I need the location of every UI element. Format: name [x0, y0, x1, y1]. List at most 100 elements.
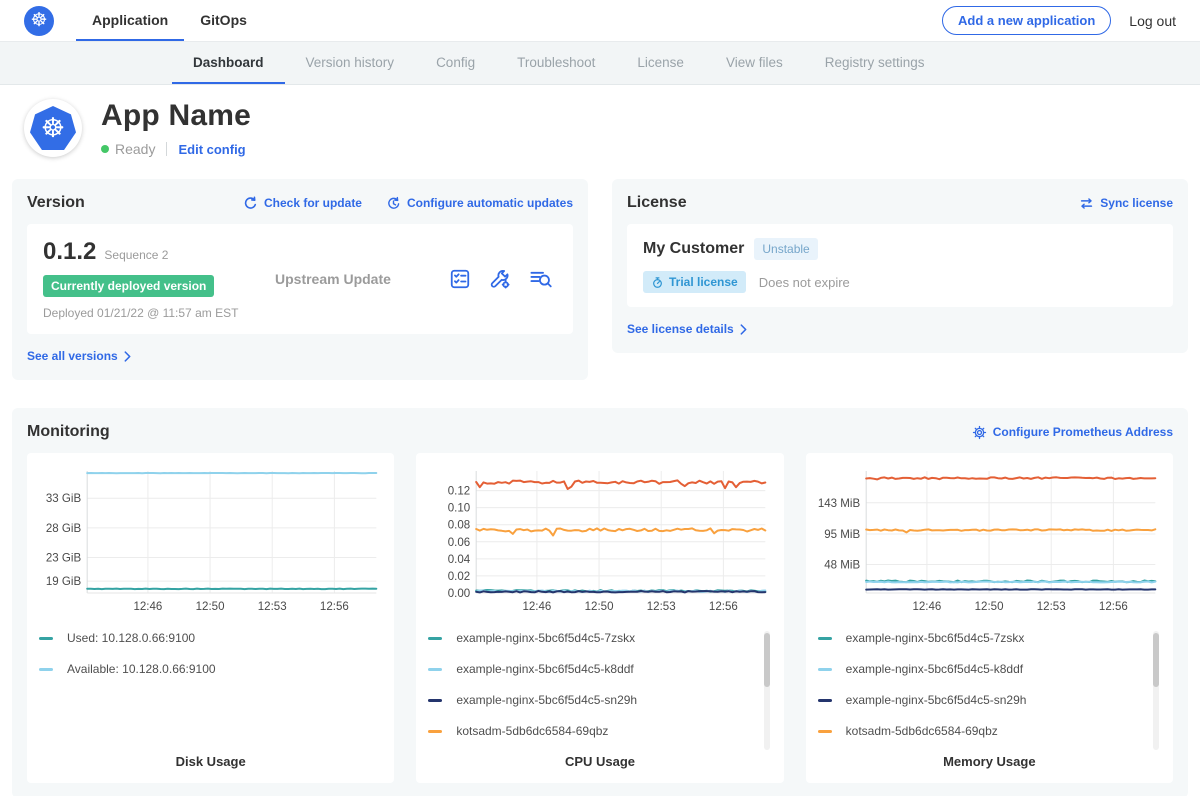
cpu-usage-chart-card: 0.120.100.080.060.040.020.0012:4612:5012…: [416, 453, 783, 783]
legend-series-label: example-nginx-5bc6f5d4c5-sn29h: [846, 693, 1027, 707]
legend-item: example-nginx-5bc6f5d4c5-k8ddf: [428, 662, 755, 676]
legend-item: Used: 10.128.0.66:9100: [39, 631, 366, 645]
legend-scrollbar-thumb[interactable]: [1153, 633, 1159, 687]
tab-version-history[interactable]: Version history: [285, 42, 416, 84]
version-sequence: Sequence 2: [104, 248, 168, 262]
trial-license-badge: Trial license: [643, 271, 746, 293]
legend-series-label: example-nginx-5bc6f5d4c5-k8ddf: [456, 662, 633, 676]
legend-series-swatch: [428, 730, 442, 733]
legend-scrollbar-track[interactable]: [1153, 631, 1159, 750]
configure-automatic-updates-link[interactable]: Configure automatic updates: [386, 196, 573, 211]
svg-text:0.10: 0.10: [448, 503, 470, 515]
legend-series-label: example-nginx-5bc6f5d4c5-k8ddf: [846, 662, 1023, 676]
legend-series-label: example-nginx-5bc6f5d4c5-7zskx: [846, 631, 1025, 645]
memory-usage-title: Memory Usage: [818, 754, 1161, 769]
svg-text:12:53: 12:53: [258, 601, 287, 613]
license-card-title: License: [627, 194, 687, 212]
configure-prometheus-link[interactable]: Configure Prometheus Address: [972, 425, 1173, 440]
add-application-button[interactable]: Add a new application: [942, 6, 1111, 35]
disk-usage-chart-card: 33 GiB28 GiB23 GiB19 GiB12:4612:5012:531…: [27, 453, 394, 783]
svg-text:23 GiB: 23 GiB: [46, 552, 82, 564]
svg-text:0.06: 0.06: [448, 537, 470, 549]
legend-scrollbar-track[interactable]: [764, 631, 770, 750]
legend-item: example-nginx-5bc6f5d4c5-k8ddf: [818, 662, 1145, 676]
svg-text:12:46: 12:46: [912, 601, 941, 613]
legend-series-label: example-nginx-5bc6f5d4c5-7zskx: [456, 631, 635, 645]
tab-config[interactable]: Config: [415, 42, 496, 84]
monitoring-card: Monitoring Configure Prometheus Address …: [12, 408, 1188, 796]
brand-logo[interactable]: ☸: [24, 0, 54, 41]
license-expiry-text: Does not expire: [759, 275, 850, 290]
memory-usage-chart-card: 143 MiB95 MiB48 MiB12:4612:5012:5312:56 …: [806, 453, 1173, 783]
svg-text:12:53: 12:53: [1036, 601, 1065, 613]
legend-series-swatch: [428, 699, 442, 702]
legend-series-swatch: [39, 668, 53, 671]
view-logs-icon[interactable]: [529, 268, 553, 290]
config-wrench-icon[interactable]: [489, 268, 511, 290]
monitoring-title: Monitoring: [27, 423, 110, 441]
cpu-usage-chart: 0.120.100.080.060.040.020.0012:4612:5012…: [428, 465, 771, 617]
see-license-details-link[interactable]: See license details: [627, 322, 747, 336]
legend-series-label: Used: 10.128.0.66:9100: [67, 631, 195, 645]
stopwatch-icon: [651, 276, 664, 289]
channel-badge: Unstable: [754, 238, 817, 260]
svg-text:12:46: 12:46: [133, 601, 162, 613]
sync-license-link[interactable]: Sync license: [1079, 196, 1173, 211]
tab-view-files[interactable]: View files: [705, 42, 804, 84]
svg-text:12:56: 12:56: [1099, 601, 1128, 613]
memory-usage-chart: 143 MiB95 MiB48 MiB12:4612:5012:5312:56: [818, 465, 1161, 617]
svg-text:12:50: 12:50: [196, 601, 225, 613]
sync-icon: [1079, 196, 1094, 211]
divider: [166, 142, 167, 156]
top-tabs: Application GitOps: [76, 0, 263, 41]
edit-config-link[interactable]: Edit config: [178, 142, 245, 157]
svg-text:12:50: 12:50: [974, 601, 1003, 613]
legend-series-swatch: [818, 668, 832, 671]
legend-series-label: kotsadm-5db6dc6584-69qbz: [456, 724, 608, 738]
logout-button[interactable]: Log out: [1129, 13, 1176, 29]
version-card: Version Check for update Configure autom…: [12, 179, 588, 380]
top-tab-gitops[interactable]: GitOps: [184, 0, 263, 41]
current-version-panel: 0.1.2 Sequence 2 Currently deployed vers…: [27, 224, 573, 334]
svg-text:143 MiB: 143 MiB: [818, 498, 860, 510]
legend-item: Available: 10.128.0.66:9100: [39, 662, 366, 676]
svg-text:12:50: 12:50: [585, 601, 614, 613]
tab-registry-settings[interactable]: Registry settings: [804, 42, 946, 84]
customer-name: My Customer: [643, 240, 744, 258]
check-for-update-link[interactable]: Check for update: [243, 196, 362, 211]
update-type-label: Upstream Update: [275, 271, 449, 287]
svg-text:0.04: 0.04: [448, 554, 471, 566]
svg-text:0.02: 0.02: [448, 571, 470, 583]
preflight-checks-icon[interactable]: [449, 268, 471, 290]
see-all-versions-link[interactable]: See all versions: [27, 349, 131, 363]
license-panel: My Customer Unstable Trial license Does …: [627, 224, 1173, 307]
legend-scrollbar-thumb[interactable]: [764, 633, 770, 687]
legend-series-swatch: [39, 637, 53, 640]
tab-license[interactable]: License: [616, 42, 705, 84]
cpu-usage-legend: example-nginx-5bc6f5d4c5-7zskx example-ng…: [428, 631, 771, 754]
app-header: ☸ App Name Ready Edit config: [0, 85, 1200, 173]
app-logo: ☸: [24, 99, 82, 157]
tab-troubleshoot[interactable]: Troubleshoot: [496, 42, 616, 84]
svg-text:0.12: 0.12: [448, 486, 470, 498]
legend-series-swatch: [818, 730, 832, 733]
top-nav-right: Add a new application Log out: [942, 0, 1176, 41]
disk-usage-title: Disk Usage: [39, 754, 382, 769]
version-number: 0.1.2: [43, 238, 96, 266]
top-nav: ☸ Application GitOps Add a new applicati…: [0, 0, 1200, 42]
cpu-usage-title: CPU Usage: [428, 754, 771, 769]
tab-dashboard[interactable]: Dashboard: [172, 42, 285, 84]
kubernetes-app-icon: ☸: [30, 106, 76, 150]
deployed-timestamp: Deployed 01/21/22 @ 11:57 am EST: [43, 306, 275, 320]
chevron-right-icon: [124, 351, 131, 362]
kubernetes-logo-icon: ☸: [24, 6, 54, 36]
svg-text:33 GiB: 33 GiB: [46, 493, 82, 505]
page-title: App Name: [101, 99, 251, 133]
legend-series-label: kotsadm-5db6dc6584-69qbz: [846, 724, 998, 738]
memory-usage-legend: example-nginx-5bc6f5d4c5-7zskx example-ng…: [818, 631, 1161, 754]
status-badge: Ready: [115, 141, 155, 157]
legend-series-swatch: [818, 637, 832, 640]
disk-usage-legend: Used: 10.128.0.66:9100 Available: 10.128.…: [39, 631, 382, 754]
svg-text:28 GiB: 28 GiB: [46, 523, 82, 535]
top-tab-application[interactable]: Application: [76, 0, 184, 41]
